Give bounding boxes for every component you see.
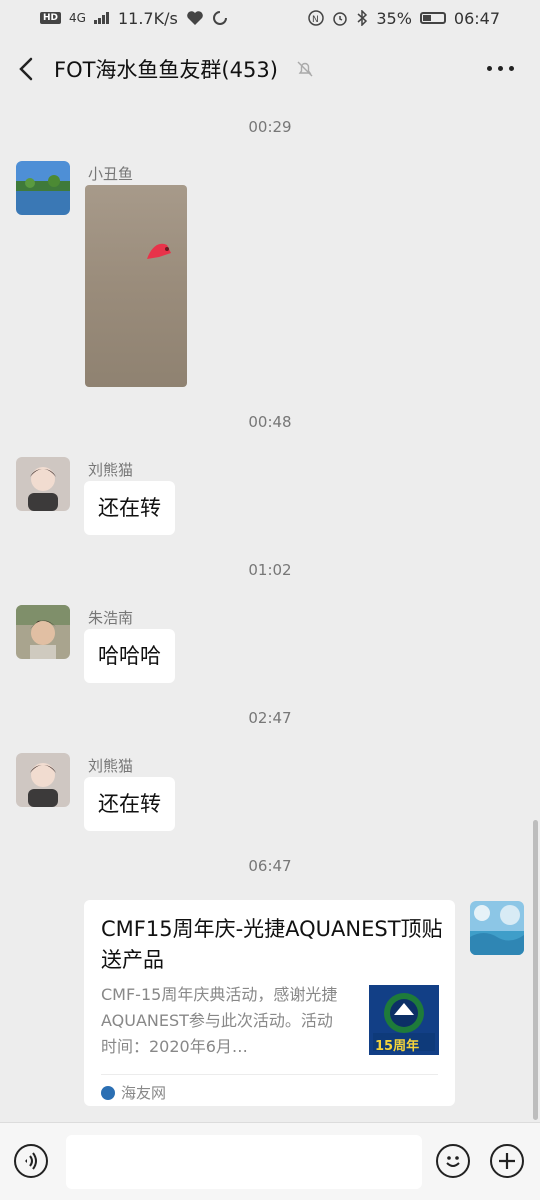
heart-rate-icon (186, 11, 203, 25)
message-bubble[interactable]: 还在转 (84, 777, 175, 831)
timestamp: 00:48 (248, 413, 292, 431)
link-card-title: CMF15周年庆-光捷AQUANEST顶贴送产品 (101, 917, 443, 972)
signal-icon (93, 12, 109, 24)
sender-name: 朱浩南 (88, 609, 134, 627)
link-card[interactable]: CMF15周年庆-光捷AQUANEST顶贴送产品 CMF-15周年庆典活动，感谢… (84, 900, 455, 1106)
message-input[interactable] (66, 1135, 422, 1189)
source-logo-icon (101, 1085, 115, 1100)
status-right: N 35% 06:47 (308, 9, 500, 28)
network-speed: 11.7K/s (117, 8, 178, 28)
network-type: 4G (69, 11, 86, 25)
message-bubble[interactable]: 哈哈哈 (84, 629, 175, 683)
avatar[interactable] (16, 161, 70, 215)
battery-icon (419, 12, 446, 24)
alarm-icon (333, 12, 348, 26)
status-bar: HD 4G 11.7K/s N 35% 06:47 (0, 0, 540, 36)
avatar[interactable] (470, 901, 524, 955)
nfc-icon: N (308, 10, 325, 26)
timestamp: 00:29 (248, 118, 292, 136)
status-left: HD 4G 11.7K/s (40, 9, 228, 28)
message-bubble[interactable]: 还在转 (84, 481, 175, 535)
sender-name: 刘熊猫 (88, 757, 134, 775)
card-divider (101, 1074, 438, 1075)
battery-percent: 35% (376, 8, 412, 28)
link-card-description: CMF-15周年庆典活动，感谢光捷AQUANEST参与此次活动。活动时间：202… (101, 985, 338, 1056)
bell-off-icon (297, 61, 313, 77)
source-name: 海友网 (121, 1084, 167, 1102)
timestamp: 01:02 (248, 561, 292, 579)
battery-fill (422, 15, 431, 21)
chat-header: FOT海水鱼鱼友群(453) (0, 36, 540, 102)
more-icon[interactable] (487, 66, 514, 71)
sender-name: 刘熊猫 (88, 461, 134, 479)
chat-title: FOT海水鱼鱼友群(453) (54, 58, 278, 82)
avatar[interactable] (16, 753, 70, 807)
bluetooth-icon (357, 10, 368, 26)
timestamp: 06:47 (248, 857, 292, 875)
link-card-thumbnail: 15周年 (369, 985, 439, 1055)
avatar[interactable] (16, 457, 70, 511)
voice-icon[interactable] (14, 1144, 48, 1178)
avatar[interactable] (16, 605, 70, 659)
loading-icon (212, 11, 227, 25)
status-time: 06:47 (453, 8, 500, 28)
hd-badge: HD (40, 12, 62, 24)
timestamp: 02:47 (248, 709, 292, 727)
video-message[interactable] (85, 185, 187, 387)
input-bar (0, 1122, 540, 1200)
scrollbar[interactable] (533, 820, 538, 1120)
chevron-left-icon[interactable] (14, 56, 40, 82)
emoji-icon[interactable] (436, 1144, 470, 1178)
plus-icon[interactable] (490, 1144, 524, 1178)
thumbnail-caption: 15周年 (375, 1039, 420, 1054)
svg-text:N: N (312, 15, 319, 25)
link-card-source: 海友网 (101, 1082, 166, 1103)
sender-name: 小丑鱼 (88, 165, 134, 183)
